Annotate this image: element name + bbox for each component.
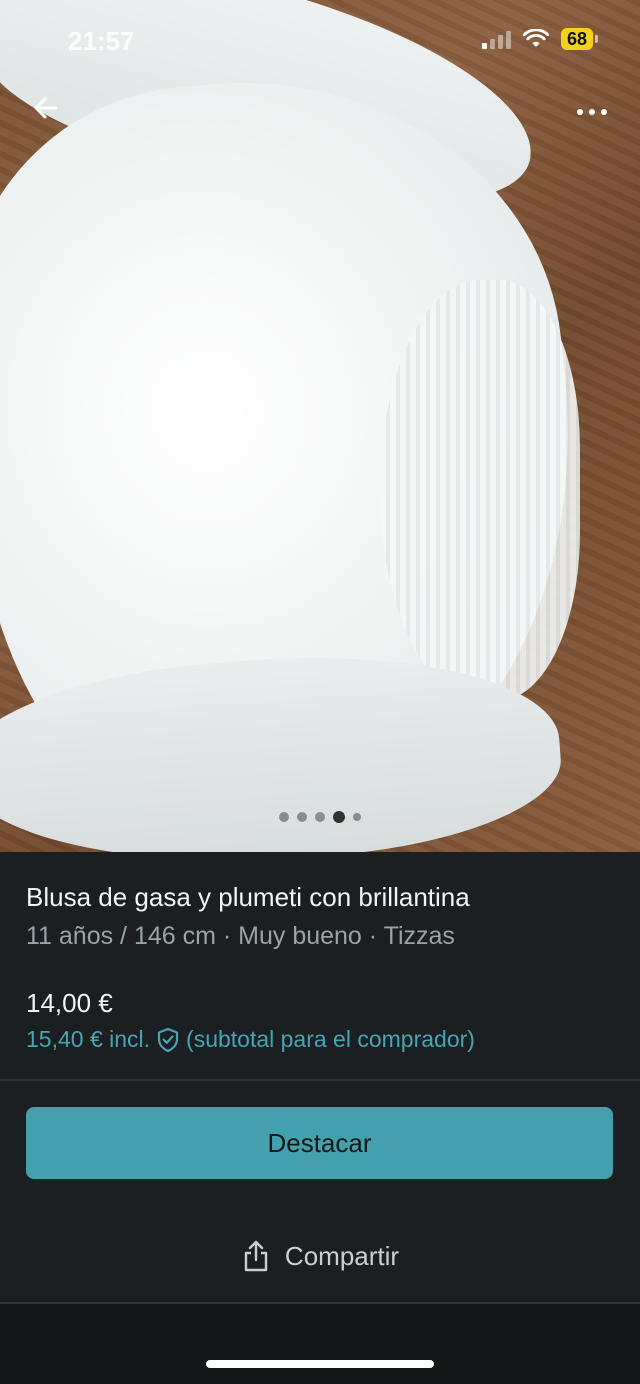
listing-price: 14,00 € [26, 988, 113, 1018]
price-incl: 15,40 € incl. [26, 1026, 151, 1052]
home-indicator[interactable] [206, 1360, 434, 1368]
share-button-label: Compartir [284, 1240, 400, 1271]
carousel-dot[interactable] [315, 812, 325, 822]
shield-check-icon [157, 1027, 179, 1052]
feature-button[interactable]: Destacar [26, 1107, 613, 1179]
photo-content [380, 280, 580, 700]
carousel-dot-active[interactable] [333, 811, 345, 823]
wifi-icon [522, 29, 549, 47]
buyer-subtotal-note: (subtotal para el comprador) [186, 1026, 475, 1052]
product-photo[interactable] [0, 0, 640, 852]
status-icons: 68 [481, 28, 598, 50]
arrow-left-icon [34, 97, 58, 119]
feature-button-label: Destacar [267, 1127, 372, 1158]
more-horizontal-icon [577, 109, 583, 115]
share-icon [244, 1240, 268, 1272]
divider [0, 1079, 640, 1081]
carousel-dot[interactable] [297, 812, 307, 822]
carousel-dot[interactable] [353, 813, 361, 821]
bottom-section [0, 1304, 640, 1384]
listing-title: Blusa de gasa y plumeti con brillantina [26, 882, 470, 912]
carousel-dot[interactable] [279, 812, 289, 822]
more-options-button[interactable] [570, 92, 614, 132]
carousel-indicator[interactable] [0, 811, 640, 823]
battery-icon: 68 [560, 28, 598, 50]
back-button[interactable] [26, 88, 66, 128]
battery-level: 68 [560, 28, 593, 50]
cellular-signal-icon [481, 29, 511, 49]
status-time: 21:57 [68, 26, 135, 56]
price-with-protection[interactable]: 15,40 € incl. (subtotal para el comprado… [26, 1026, 475, 1053]
share-button[interactable]: Compartir [0, 1222, 640, 1290]
listing-subtitle: 11 años / 146 cm · Muy bueno · Tizzas [26, 922, 455, 950]
